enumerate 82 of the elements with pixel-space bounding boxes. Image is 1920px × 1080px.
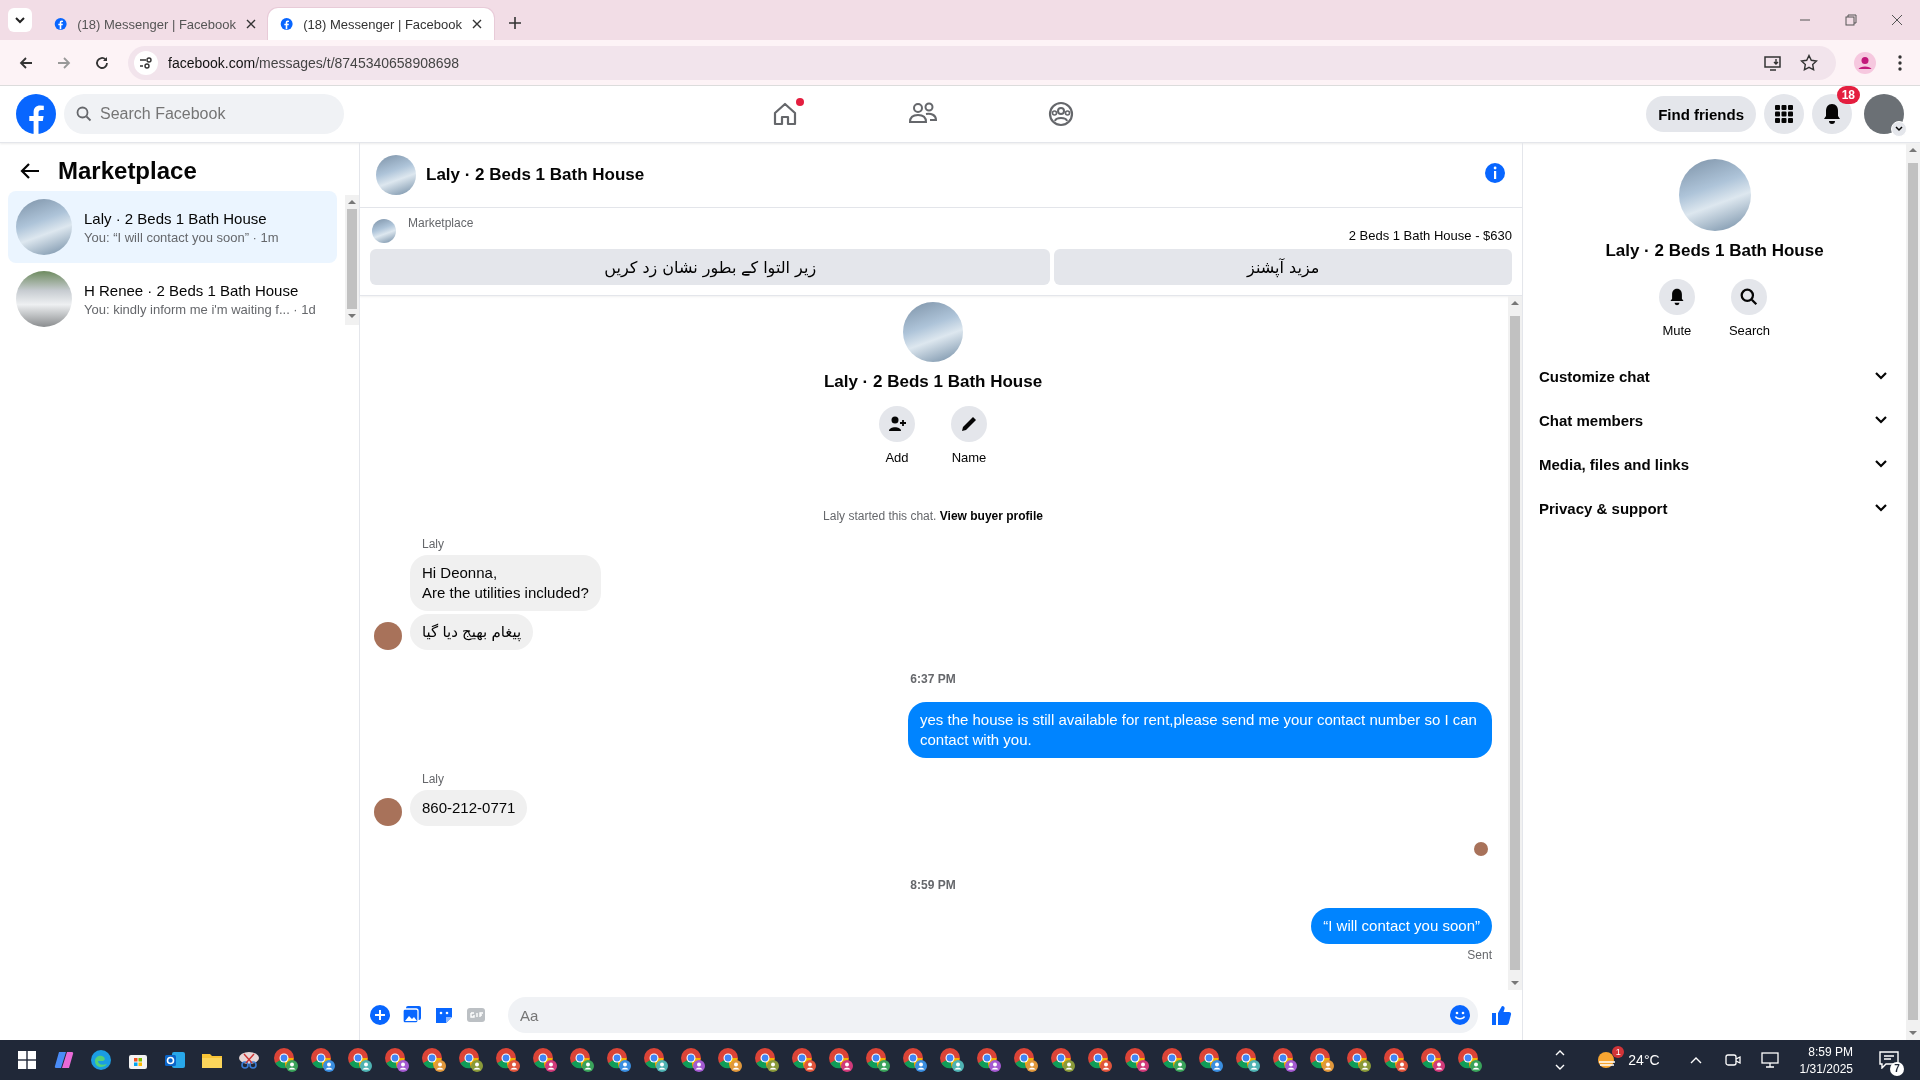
photo-placeholder (16, 271, 72, 327)
listing-action-button[interactable]: زیر التوا کے بطور نشان زد کریں (370, 249, 1051, 285)
find-friends-button[interactable]: Find friends (1646, 96, 1756, 132)
message-preview: You: kindly inform me i'm waiting f... · 1d (84, 301, 316, 317)
caret-icon (1891, 121, 1907, 137)
timestamp: 8:59 PM (910, 878, 956, 892)
notification-count: 18 (1836, 86, 1860, 104)
bell-icon (1822, 103, 1842, 125)
image-icon[interactable] (402, 1005, 422, 1025)
action-label: Search (1728, 323, 1771, 338)
listing-title: 2 Beds 1 Bath House - $630 (1348, 228, 1512, 243)
search-field[interactable]: Search Facebook (64, 94, 344, 134)
facebook-logo-icon (280, 15, 294, 33)
conversation-name: Laly · 2 Beds 1 Bath House (84, 209, 268, 227)
action-label: Name (951, 450, 987, 465)
scrollbar[interactable] (1508, 296, 1522, 990)
search-icon[interactable] (1731, 279, 1768, 315)
close-tab-icon[interactable] (246, 19, 256, 29)
timestamp: 6:37 PM (910, 672, 956, 686)
thumbs-up-icon[interactable] (1490, 1004, 1512, 1026)
view-profile-link[interactable]: View buyer profile (939, 509, 1043, 523)
tab-list-button[interactable] (8, 8, 32, 32)
message-bubble: 860-212-0771 (410, 790, 528, 826)
groups-icon[interactable] (1046, 100, 1076, 128)
details-section[interactable]: Privacy & support (1531, 486, 1898, 530)
avatar (374, 798, 402, 826)
address-field[interactable]: facebook.com/messages/t/8745340658908698 (128, 45, 1836, 80)
details-section[interactable]: Media, files and links (1531, 442, 1898, 486)
notification-count: 7 (1890, 1062, 1904, 1076)
message-bubble: yes the house is still available for rent,please send me your contact number so I can contact with you. (908, 702, 1492, 758)
photo-placeholder (903, 302, 963, 362)
weather-alert-count: 1 (1612, 1046, 1625, 1058)
back-arrow-icon[interactable] (20, 162, 40, 180)
bell-icon[interactable] (1658, 279, 1695, 315)
system-message: Laly started this chat. View buyer profile (823, 509, 1043, 523)
clock[interactable]: 8:59 PM 1/31/2025 (1799, 1044, 1853, 1076)
avatar (374, 622, 402, 650)
close-tab-icon[interactable] (472, 19, 482, 29)
message-bubble: Hi Deonna, Are the utilities included? (410, 555, 601, 611)
site-settings-icon[interactable] (134, 50, 158, 75)
message-preview: You: “I will contact you soon” · 1m (84, 229, 279, 245)
notifications-button[interactable]: 7 (1874, 1042, 1904, 1078)
sidebar-title: Marketplace (58, 157, 197, 185)
search-icon (76, 106, 92, 122)
sticker-icon[interactable] (434, 1005, 454, 1025)
contact-name: Laly · 2 Beds 1 Bath House (1605, 241, 1824, 261)
chat-title[interactable]: Laly · 2 Beds 1 Bath House (426, 165, 645, 185)
photo-placeholder (376, 155, 416, 195)
pencil-icon[interactable] (951, 406, 987, 442)
message-bubble: پیغام بھیج دیا گیا (410, 614, 534, 650)
plus-icon[interactable] (370, 1005, 390, 1025)
browser-tab[interactable]: (18) Messenger | Facebook (268, 8, 494, 40)
emoji-icon[interactable] (1450, 1005, 1470, 1025)
add-person-icon[interactable] (879, 406, 915, 442)
account-avatar[interactable] (1864, 94, 1904, 134)
new-tab-icon[interactable] (508, 16, 522, 30)
scrollbar[interactable] (1906, 143, 1920, 1040)
sender-name: Laly (422, 772, 445, 786)
message-field[interactable]: Aa (508, 997, 1478, 1033)
seen-avatar (1474, 842, 1488, 856)
message-status: Sent (1467, 948, 1492, 962)
details-section[interactable]: Customize chat (1531, 354, 1898, 398)
temperature: 24°C (1628, 1052, 1660, 1068)
caret-icon (14, 14, 26, 26)
photo-placeholder (16, 199, 72, 255)
conversation-item[interactable]: Laly · 2 Beds 1 Bath House You: “I will contact you soon” · 1m (8, 191, 337, 263)
details-section[interactable]: Chat members (1531, 398, 1898, 442)
facebook-logo-icon (54, 15, 68, 33)
listing-action-button[interactable]: مزید آپشنز (1054, 249, 1512, 285)
listing-source: Marketplace (408, 216, 474, 230)
menu-grid-icon[interactable] (1764, 94, 1804, 134)
contact-name: Laly · 2 Beds 1 Bath House (823, 372, 1043, 392)
scrollbar[interactable] (345, 195, 359, 325)
action-label: Add (885, 450, 909, 465)
message-bubble: “I will contact you soon” (1311, 908, 1492, 944)
action-label: Mute (1662, 323, 1692, 338)
conversation-item[interactable]: H Renee · 2 Beds 1 Bath House You: kindly inform me i'm waiting f... · 1d (8, 263, 337, 335)
sender-name: Laly (422, 537, 445, 551)
photo-placeholder (372, 219, 396, 243)
conversation-name: H Renee · 2 Beds 1 Bath House (84, 281, 300, 299)
browser-tab[interactable]: (18) Messenger | Facebook (42, 8, 268, 40)
facebook-logo-icon[interactable] (16, 94, 56, 134)
